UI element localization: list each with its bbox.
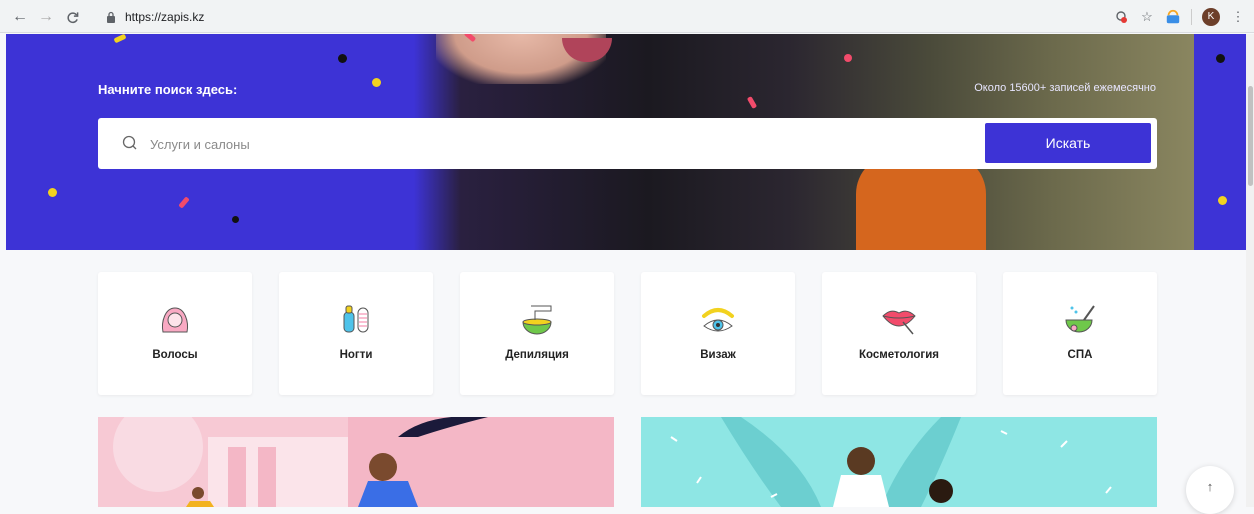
scrollbar-thumb[interactable] [1248,86,1253,186]
promo-banner-right[interactable] [641,417,1157,507]
category-card-nails[interactable]: Ногти [279,272,433,395]
location-icon[interactable] [1113,9,1129,25]
category-label: Косметология [858,349,939,361]
category-label: Депиляция [505,349,569,361]
confetti-dot [232,216,239,223]
promo-illustration-left [113,417,614,507]
confetti-dot [1218,196,1227,205]
address-bar[interactable]: https://zapis.kz [106,5,1086,28]
browser-toolbar: ← → https://zapis.kz ☆ K ⋮ [0,0,1254,33]
makeup-icon [702,308,734,332]
category-card-depilation[interactable]: Депиляция [460,272,614,395]
category-card-spa[interactable]: СПА [1003,272,1157,395]
url-text: https://zapis.kz [125,9,205,24]
nails-icon [343,305,369,333]
category-list: Волосы Ногти Депиляция Визаж Косметологи… [98,272,1157,395]
hair-icon [162,307,188,333]
confetti-dot [48,188,57,197]
back-icon[interactable]: ← [9,6,31,28]
toolbar-divider [1191,8,1192,25]
spa-icon [1065,305,1095,333]
category-label: Визаж [700,349,736,361]
star-icon[interactable]: ☆ [1139,9,1155,25]
confetti-dot [1216,54,1225,63]
category-card-cosmetology[interactable]: Косметология [822,272,976,395]
bookings-stat: Около 15600+ записей ежемесячно [974,82,1156,94]
confetti-piece [178,196,190,209]
confetti-dot [338,54,347,63]
promo-illustration-right [670,417,1112,507]
search-icon [122,135,137,150]
profile-avatar[interactable]: K [1202,7,1220,26]
search-heading: Начните поиск здесь: [98,82,238,97]
confetti-piece [113,34,127,44]
category-label: Ногти [339,349,373,361]
arrow-up-icon: ↑ [1206,479,1214,494]
forward-icon[interactable]: → [35,6,57,28]
extension-icon[interactable] [1165,9,1181,25]
confetti-dot [372,78,381,87]
category-label: СПА [1067,349,1093,361]
reload-icon[interactable] [61,6,83,28]
depilation-icon [522,305,552,335]
toolbar-actions: ☆ K ⋮ [1113,0,1254,33]
search-box: Искать [98,118,1157,169]
menu-icon[interactable]: ⋮ [1230,9,1246,25]
promo-banner-left[interactable] [98,417,614,507]
confetti-dot [844,54,852,62]
search-button[interactable]: Искать [985,123,1151,163]
category-card-hair[interactable]: Волосы [98,272,252,395]
lock-icon [106,11,118,23]
cosmetology-icon [882,310,916,335]
category-label: Волосы [152,349,198,361]
hero-banner: Начните поиск здесь: Около 15600+ записе… [6,34,1246,250]
search-input[interactable] [150,131,970,157]
category-card-makeup[interactable]: Визаж [641,272,795,395]
